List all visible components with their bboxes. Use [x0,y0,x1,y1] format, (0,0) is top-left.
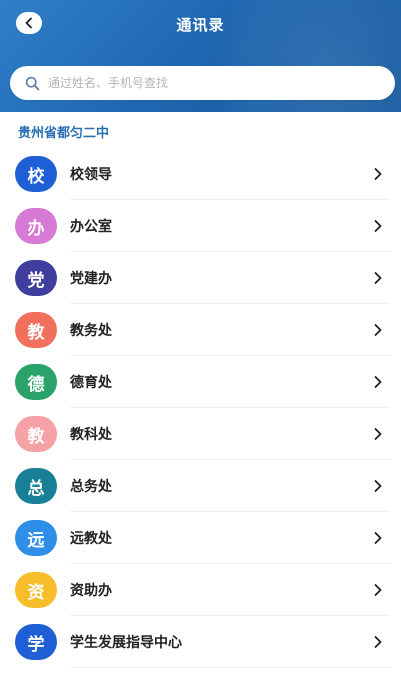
department-label: 教科处 [70,427,112,443]
department-avatar: 办 [15,208,57,244]
department-label: 学生发展指导中心 [70,635,182,651]
page-title: 通讯录 [176,16,225,34]
department-avatar: 资 [15,572,57,608]
department-avatar: 远 [15,520,57,556]
department-label: 校领导 [70,167,112,183]
department-label: 远教处 [70,531,112,547]
chevron-right-icon [371,583,385,597]
chevron-right-icon [371,375,385,389]
chevron-right-icon [371,271,385,285]
department-label: 德育处 [70,375,112,391]
department-avatar: 总 [15,468,57,504]
department-row[interactable]: 资资助办 [0,564,401,616]
department-avatar: 校 [15,156,57,192]
department-row[interactable]: 教教务处 [0,304,401,356]
department-label: 办公室 [70,219,112,235]
department-label: 教务处 [70,323,112,339]
department-avatar: 教 [15,416,57,452]
department-avatar: 教 [15,312,57,348]
search-icon [24,75,40,91]
chevron-right-icon [371,219,385,233]
department-row[interactable]: 远远教处 [0,512,401,564]
department-avatar: 德 [15,364,57,400]
department-list: 校校领导办办公室党党建办教教务处德德育处教教科处总总务处远远教处资资助办学学生发… [0,148,401,668]
department-row[interactable]: 校校领导 [0,148,401,200]
department-avatar: 党 [15,260,57,296]
section-title: 贵州省都匀二中 [18,126,110,141]
department-label: 总务处 [70,479,112,495]
department-row[interactable]: 总总务处 [0,460,401,512]
department-row[interactable]: 办办公室 [0,200,401,252]
chevron-right-icon [371,635,385,649]
department-avatar: 学 [15,624,57,660]
department-label: 资助办 [70,583,112,599]
chevron-right-icon [371,427,385,441]
chevron-right-icon [371,323,385,337]
department-row[interactable]: 党党建办 [0,252,401,304]
app-header: 通讯录 [0,0,401,112]
chevron-right-icon [371,479,385,493]
search-input[interactable] [46,75,395,91]
department-row[interactable]: 学学生发展指导中心 [0,616,401,668]
department-row[interactable]: 教教科处 [0,408,401,460]
department-row[interactable]: 德德育处 [0,356,401,408]
search-bar[interactable] [10,66,395,100]
chevron-right-icon [371,531,385,545]
department-label: 党建办 [70,271,112,287]
chevron-right-icon [371,167,385,181]
